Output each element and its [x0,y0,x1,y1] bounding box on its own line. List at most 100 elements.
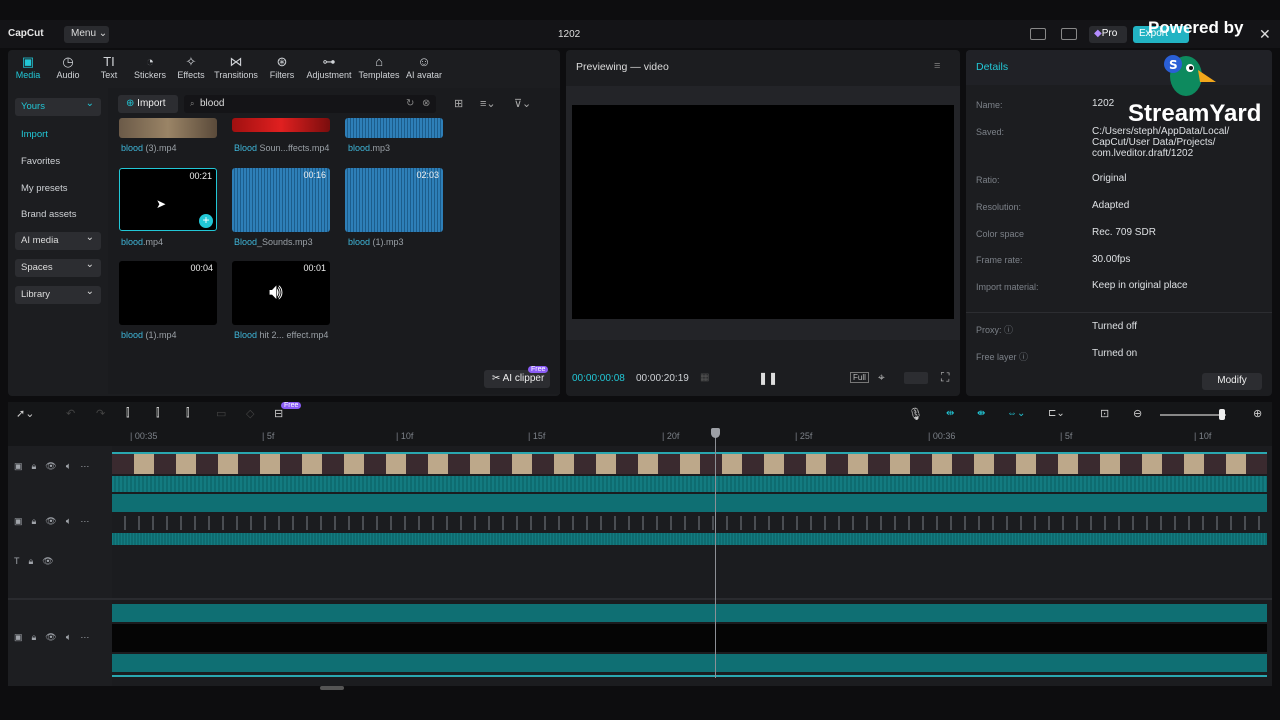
fit-timeline-icon[interactable]: ⊡ [1100,407,1109,420]
media-thumb[interactable]: 02:03 [345,168,443,232]
track-controls[interactable]: ▣🔒︎👁︎🔈︎⋯ [14,632,98,643]
pro-label: Pro [1101,28,1118,39]
timeline-scrollbar[interactable] [320,686,344,690]
preview-menu-icon[interactable]: ≡ [934,60,940,72]
zoom-slider[interactable] [1160,414,1226,416]
tool-text[interactable]: TI Text [87,54,131,80]
track-controls[interactable]: ▣🔒︎👁︎🔈︎⋯ [14,461,98,472]
media-thumb[interactable] [119,118,217,138]
add-to-timeline-icon[interactable]: + [199,214,213,228]
zoom-in-icon[interactable]: ⊕ [1253,407,1262,420]
grid-view-icon[interactable]: ⊞ [454,97,463,110]
sidebar-ai-media[interactable]: AI media [15,232,101,250]
filter-icon[interactable]: ⊽⌄ [514,97,531,110]
timeline-grid-icon[interactable]: ▦ [700,372,709,383]
tool-media[interactable]: ▣ Media [6,54,50,80]
detail-value: C:/Users/steph/AppData/Local/ CapCut/Use… [1092,126,1230,159]
sort-icon[interactable]: ≡⌄ [480,97,496,110]
snapshot-icon[interactable]: ⌖ [878,370,885,385]
modify-button[interactable]: Modify [1202,373,1262,390]
microphone-icon[interactable]: 🎙︎ [908,407,923,421]
delete-icon[interactable]: ▭ [216,407,226,420]
detail-value: Rec. 709 SDR [1092,227,1156,238]
playhead[interactable] [715,428,716,678]
captions-icon[interactable]: ⊟ [274,407,283,420]
zoom-out-icon[interactable]: ⊖ [1133,407,1142,420]
main-track-magnet-icon[interactable]: ⇹ [946,408,954,419]
menu-button[interactable]: Menu ⌄ [64,26,109,43]
pro-button[interactable]: ◆Pro [1089,26,1127,43]
transitions-icon: ⋈ [229,54,243,69]
tool-audio[interactable]: ◷ Audio [46,54,90,80]
sidebar-spaces[interactable]: Spaces [15,259,101,277]
media-thumb[interactable] [345,118,443,138]
track-controls[interactable]: ▣🔒︎👁︎🔈︎⋯ [14,516,98,527]
tool-adjustment[interactable]: ⊶ Adjustment [305,54,353,80]
select-tool-icon[interactable]: ➚⌄ [16,407,34,420]
main-track-clip[interactable] [112,654,1267,672]
tool-transitions[interactable]: ⋈ Transitions [214,54,258,80]
details-header [966,50,1272,85]
media-thumb-selected[interactable]: 00:21 + [119,168,217,231]
sidebar-yours[interactable]: Yours [15,98,101,116]
detail-key: Color space [976,229,1025,239]
ruler-label: | 5f [1060,431,1073,441]
filename-rest: _Sounds.mp3 [257,237,313,247]
track-controls[interactable]: T🔒︎👁︎ [14,556,63,567]
tool-label: Audio [56,70,80,80]
pause-button[interactable]: ❚❚ [758,371,778,385]
video-clip[interactable] [112,494,1267,512]
keyboard-icon[interactable] [1061,28,1077,40]
tool-stickers[interactable]: ◔ Stickers [128,54,172,80]
sidebar-brand-assets[interactable]: Brand assets [15,206,101,224]
tool-templates[interactable]: ⌂ Templates [357,54,401,80]
media-thumb[interactable]: 00:16 [232,168,330,232]
split-icon[interactable]: ⫿ [126,407,130,420]
zoom-slider-handle[interactable] [1219,409,1225,420]
undo-icon[interactable]: ↶ [66,407,75,420]
sidebar-library[interactable]: Library [15,286,101,304]
preview-canvas[interactable] [572,105,954,319]
media-thumb[interactable]: 00:04 [119,261,217,325]
sidebar-presets[interactable]: My presets [15,180,101,198]
ruler-label: | 5f [262,431,275,441]
close-icon[interactable]: ✕ [1259,26,1271,43]
detail-value: 30.00fps [1092,254,1131,265]
auto-snap-icon[interactable]: ⇼ [977,408,985,419]
ai-avatar-icon: ☺ [417,54,431,69]
media-filename: Blood Soun...ffects.mp4 [234,143,329,153]
tool-effects[interactable]: ✧ Effects [169,54,213,80]
audio-waveform[interactable] [112,476,1267,492]
split-left-icon[interactable]: ⫿ [156,407,160,420]
audio-clip[interactable] [112,516,1267,530]
layout-icon[interactable] [1030,28,1046,40]
media-thumb[interactable] [232,118,330,132]
split-right-icon[interactable]: ⫿ [186,407,190,420]
import-button[interactable]: ⊕ Import [118,95,178,113]
marker-icon[interactable]: ◇ [246,407,254,420]
preview-axis-icon[interactable]: ⊏⌄ [1048,408,1065,419]
clear-icon[interactable]: ⊗ [422,98,430,109]
sidebar-import[interactable]: Import [15,126,101,144]
timeline-ruler[interactable] [8,428,1272,446]
search-input[interactable]: blood [184,95,436,113]
current-time: 00:00:00:08 [572,373,625,384]
audio-icon: ◷ [62,54,74,69]
playhead-handle[interactable] [711,428,720,438]
redo-icon[interactable]: ↷ [96,407,105,420]
video-clip[interactable] [112,452,1267,474]
tool-ai-avatar[interactable]: ☺ AI avatar [402,54,446,80]
refresh-icon[interactable]: ↻ [406,98,414,109]
sidebar-favorites[interactable]: Favorites [15,153,101,171]
ratio-button[interactable] [904,372,928,384]
main-track-clip[interactable] [112,604,1267,622]
fullscreen-icon[interactable]: ⛶ [941,370,949,385]
linkage-icon[interactable]: ⇔⌄ [1007,408,1025,419]
tool-filters[interactable]: ⊛ Filters [260,54,304,80]
audio-waveform[interactable] [112,533,1267,545]
media-thumb[interactable]: 00:01 🔊︎ [232,261,330,325]
full-quality-button[interactable]: Full [850,372,869,383]
main-track-clip[interactable] [112,624,1267,652]
main-track-clip[interactable] [112,675,1267,677]
detail-value: Keep in original place [1092,280,1188,291]
